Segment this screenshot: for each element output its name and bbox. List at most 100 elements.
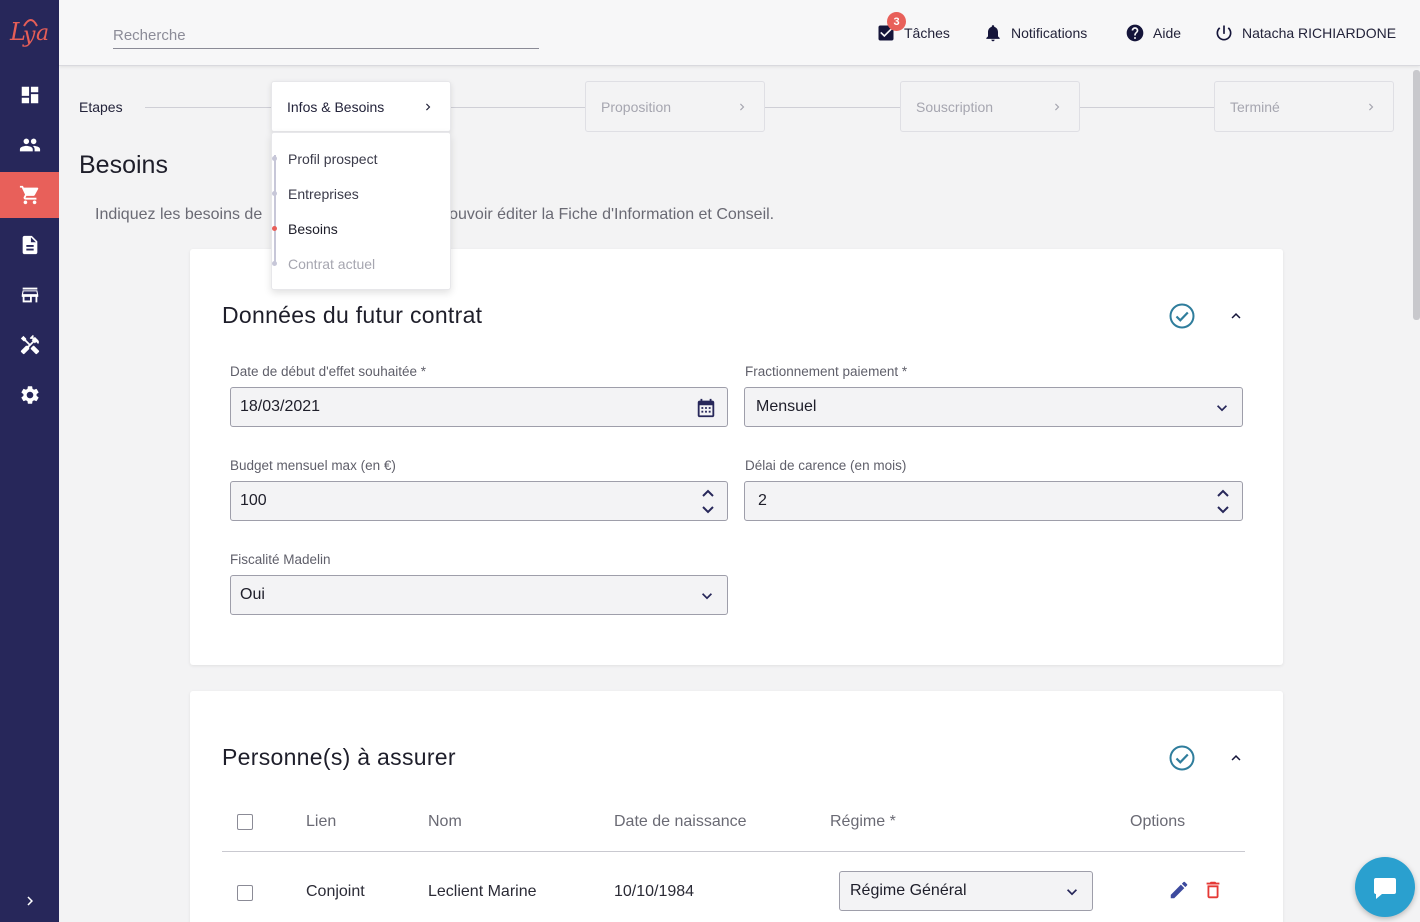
row-checkbox[interactable] [237,885,253,901]
edit-icon[interactable] [1168,879,1190,901]
step-label: Proposition [601,98,672,115]
chevron-up-icon[interactable] [1227,307,1245,325]
sidebar-item-dashboard[interactable] [0,72,59,118]
sidebar-item-contacts[interactable] [0,122,59,168]
tools-icon [20,334,39,355]
column-header-birthdate[interactable]: Date de naissance [614,813,747,831]
stepper-connector [451,107,585,108]
user-name: Natacha RICHIARDONE [1242,25,1397,41]
sidebar-item-sales[interactable] [0,172,59,218]
user-menu-button[interactable]: Natacha RICHIARDONE [1214,22,1396,44]
step-label: Terminé [1230,98,1280,115]
budget-label: Budget mensuel max (en €) [230,458,396,473]
substeps-track [274,155,276,263]
chevron-right-icon [26,896,33,906]
chevron-right-icon [1055,103,1060,110]
gear-icon [20,386,39,404]
table-divider [222,851,1245,852]
step-souscription[interactable]: Souscription [900,81,1080,132]
intro-text: pouvoir éditer la Fiche d'Information et… [440,206,775,223]
tasks-icon: 3 [876,12,906,43]
start-date-label: Date de début d'effet souhaitée * [230,364,426,379]
substep-label: Profil prospect [288,151,378,167]
document-icon [22,235,37,255]
substep-entreprises[interactable]: Entreprises [272,186,359,202]
tasks-label: Tâches [904,25,950,41]
regime-select[interactable]: Régime Général [839,871,1093,911]
sidebar-item-store[interactable] [0,272,59,318]
substep-dot [272,191,277,196]
substep-besoins[interactable]: Besoins [272,221,338,237]
payment-split-label: Fractionnement paiement * [745,364,908,379]
step-termine[interactable]: Terminé [1214,81,1394,132]
page-scrollbar[interactable] [1413,70,1420,320]
help-button[interactable]: Aide [1125,22,1181,44]
row-birthdate: 10/10/1984 [614,883,695,900]
intro-text: Indiquez les besoins de [95,206,263,223]
sidebar-item-settings[interactable] [0,372,59,418]
step-label: Souscription [916,98,994,115]
trash-icon[interactable] [1202,879,1224,901]
sidebar-item-tools[interactable] [0,322,59,368]
column-header-name[interactable]: Nom [428,813,462,831]
number-stepper-icon[interactable] [699,485,717,517]
chevron-right-icon [1369,103,1374,110]
check-circle-icon [1169,745,1195,771]
step-label: Infos & Besoins [287,98,385,115]
cart-icon [19,185,38,205]
help-icon [1126,24,1144,42]
app-logo[interactable]: L y a [9,12,53,50]
waiting-period-label: Délai de carence (en mois) [745,458,907,473]
search-input[interactable] [113,22,539,49]
notifications-label: Notifications [1011,25,1088,41]
chevron-right-icon [740,103,745,110]
chat-bubble-icon [1374,878,1396,899]
regime-value: Régime Général [850,882,967,899]
substep-label: Besoins [288,221,338,237]
waiting-period-value: 2 [758,492,767,509]
start-date-value: 18/03/2021 [240,398,321,415]
chevron-up-icon[interactable] [1227,749,1245,767]
waiting-period-input[interactable]: 2 [744,481,1243,521]
column-header-options: Options [1130,813,1186,830]
stepper-connector [145,107,271,108]
people-icon [19,138,40,152]
tasks-count-badge: 3 [887,12,906,31]
stepper-label: Etapes [79,99,123,115]
budget-input[interactable]: 100 [230,481,728,521]
budget-value: 100 [240,492,267,509]
substep-dot [272,261,277,266]
tasks-button[interactable]: 3 Tâches [876,12,950,44]
madelin-label: Fiscalité Madelin [230,552,331,567]
page-title: Besoins [79,151,168,179]
payment-split-select[interactable]: Mensuel [744,387,1243,427]
chevron-down-icon [1062,882,1082,907]
card-title: Données du futur contrat [222,302,483,328]
madelin-value: Oui [240,586,265,603]
start-date-field[interactable]: 18/03/2021 [230,387,728,427]
stepper-connector [765,107,901,108]
chat-button[interactable] [1355,857,1415,917]
select-all-checkbox[interactable] [237,814,253,830]
column-header-link[interactable]: Lien [306,813,336,831]
chevron-down-icon [1212,398,1232,418]
notifications-button[interactable]: Notifications [983,22,1087,44]
sidebar-item-documents[interactable] [0,222,59,268]
svg-text:a: a [36,21,49,46]
card-title: Personne(s) à assurer [222,744,456,770]
payment-split-value: Mensuel [756,398,817,415]
calendar-icon[interactable] [695,397,717,419]
step-proposition[interactable]: Proposition [585,81,765,132]
sidebar-expand-button[interactable] [0,886,59,916]
column-header-regime[interactable]: Régime * [830,813,896,831]
substep-profil-prospect[interactable]: Profil prospect [272,151,378,167]
stepper-connector [1080,107,1215,108]
row-name: Leclient Marine [428,883,537,900]
chevron-right-icon [426,103,431,110]
sidebar: L y a [0,0,59,922]
madelin-select[interactable]: Oui [230,575,728,615]
substep-label: Entreprises [288,186,359,202]
substep-contrat-actuel[interactable]: Contrat actuel [272,256,375,272]
number-stepper-icon[interactable] [1214,485,1232,517]
step-infos-besoins[interactable]: Infos & Besoins [271,81,451,132]
